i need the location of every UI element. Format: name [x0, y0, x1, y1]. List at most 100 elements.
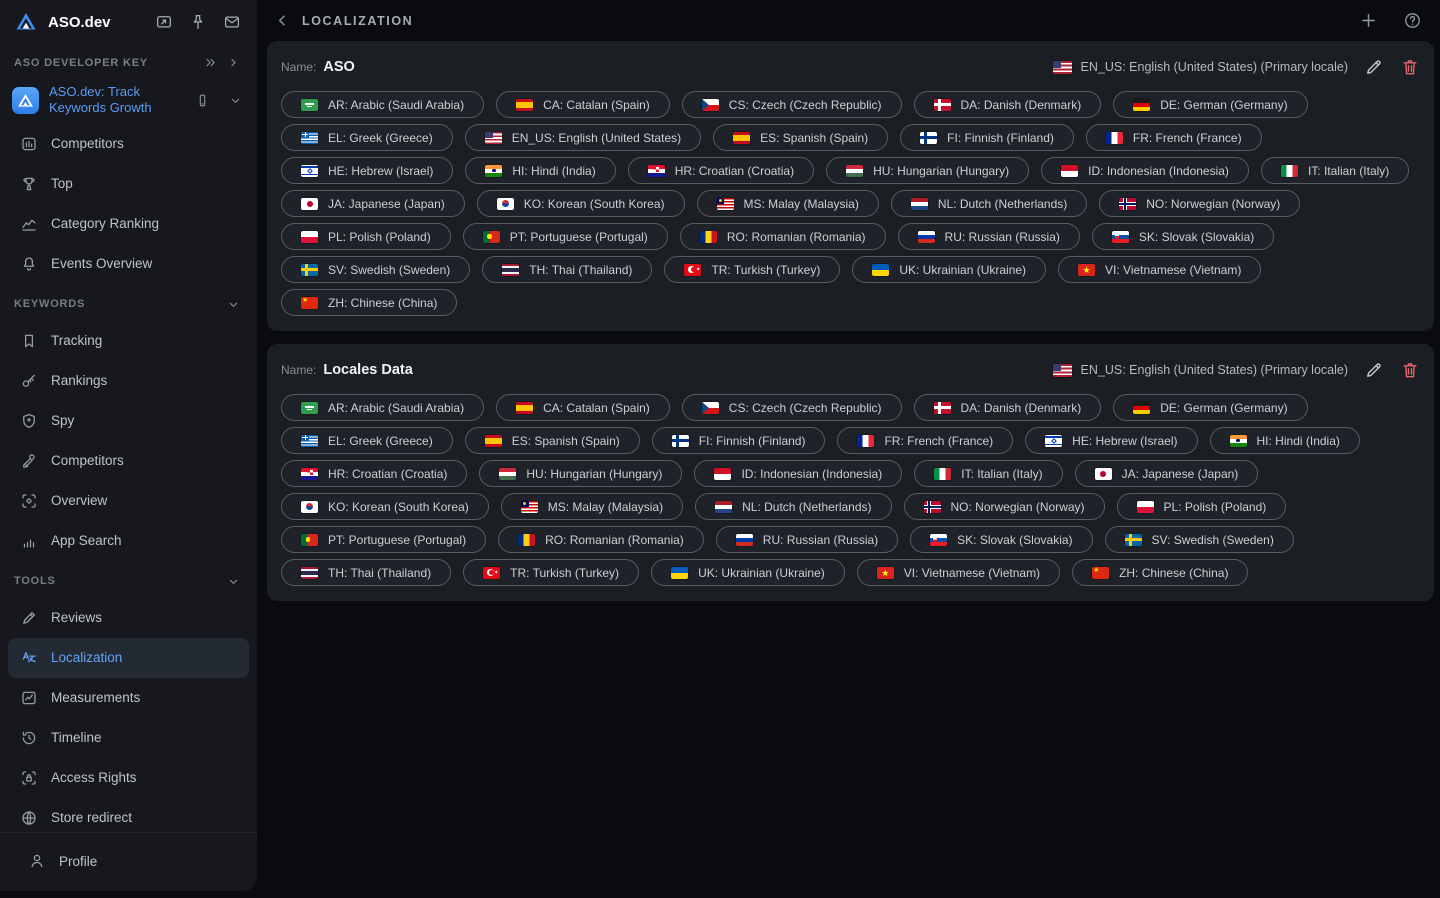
locale-chip-ar[interactable]: AR: Arabic (Saudi Arabia) — [281, 394, 484, 421]
locale-chip-ko[interactable]: KO: Korean (South Korea) — [281, 493, 489, 520]
help-icon[interactable] — [1403, 11, 1422, 30]
sidebar-item-tracking[interactable]: Tracking — [8, 321, 249, 361]
back-chevron-icon[interactable] — [273, 11, 292, 30]
locale-chip-ca[interactable]: CA: Catalan (Spain) — [496, 394, 670, 421]
locale-chip-en_us[interactable]: EN_US: English (United States) — [465, 124, 701, 151]
locale-chip-de[interactable]: DE: German (Germany) — [1113, 394, 1307, 421]
locale-chip-pl[interactable]: PL: Polish (Poland) — [281, 223, 451, 250]
locale-chip-id[interactable]: ID: Indonesian (Indonesia) — [694, 460, 902, 487]
locale-chip-label: MS: Malay (Malaysia) — [548, 500, 663, 514]
sidebar-item-rankings[interactable]: Rankings — [8, 361, 249, 401]
locale-chip-de[interactable]: DE: German (Germany) — [1113, 91, 1307, 118]
locale-chip-pl[interactable]: PL: Polish (Poland) — [1117, 493, 1287, 520]
locale-chip-hi[interactable]: HI: Hindi (India) — [465, 157, 615, 184]
locale-chip-tr[interactable]: TR: Turkish (Turkey) — [664, 256, 840, 283]
sidebar-item-timeline[interactable]: Timeline — [8, 718, 249, 758]
share-box-icon[interactable] — [155, 13, 173, 31]
sidebar-item-access-rights[interactable]: Access Rights — [8, 758, 249, 798]
locale-chip-hr[interactable]: HR: Croatian (Croatia) — [628, 157, 814, 184]
locale-chip-ar[interactable]: AR: Arabic (Saudi Arabia) — [281, 91, 484, 118]
delete-icon[interactable] — [1400, 360, 1420, 380]
locale-chip-fr[interactable]: FR: French (France) — [837, 427, 1013, 454]
locale-chip-ja[interactable]: JA: Japanese (Japan) — [281, 190, 465, 217]
locale-chip-da[interactable]: DA: Danish (Denmark) — [914, 394, 1102, 421]
chevrons-right-icon[interactable] — [203, 55, 218, 70]
locale-chip-pt[interactable]: PT: Portuguese (Portugal) — [281, 526, 486, 553]
sidebar-item-reviews[interactable]: Reviews — [8, 598, 249, 638]
locale-chip-zh[interactable]: ★ZH: Chinese (China) — [1072, 559, 1248, 586]
pin-icon[interactable] — [189, 13, 207, 31]
sidebar-item-category-ranking[interactable]: Category Ranking — [8, 204, 249, 244]
locale-chip-tr[interactable]: TR: Turkish (Turkey) — [463, 559, 639, 586]
chevron-down-icon[interactable] — [226, 297, 241, 312]
locale-chip-label: ZH: Chinese (China) — [328, 296, 437, 310]
locale-chip-vi[interactable]: ★VI: Vietnamese (Vietnam) — [857, 559, 1060, 586]
locale-chip-ms[interactable]: MS: Malay (Malaysia) — [697, 190, 879, 217]
flag-pt-icon — [301, 534, 318, 546]
locale-chip-nl[interactable]: NL: Dutch (Netherlands) — [891, 190, 1087, 217]
locale-chip-ms[interactable]: MS: Malay (Malaysia) — [501, 493, 683, 520]
edit-icon[interactable] — [1364, 360, 1384, 380]
locale-chip-ca[interactable]: CA: Catalan (Spain) — [496, 91, 670, 118]
sidebar-item-competitors[interactable]: Competitors — [8, 124, 249, 164]
locale-chip-sv[interactable]: SV: Swedish (Sweden) — [1105, 526, 1294, 553]
sidebar-item-app-search[interactable]: App Search — [8, 521, 249, 561]
locale-chip-sk[interactable]: SK: Slovak (Slovakia) — [910, 526, 1092, 553]
locale-chip-el[interactable]: EL: Greek (Greece) — [281, 124, 453, 151]
locale-chip-it[interactable]: IT: Italian (Italy) — [914, 460, 1062, 487]
locale-chip-th[interactable]: TH: Thai (Thailand) — [281, 559, 451, 586]
delete-icon[interactable] — [1400, 57, 1420, 77]
bookmark-icon — [20, 332, 38, 350]
locale-chip-ro[interactable]: RO: Romanian (Romania) — [680, 223, 886, 250]
sidebar-item-events-overview[interactable]: Events Overview — [8, 244, 249, 284]
sidebar-item-spy[interactable]: Spy — [8, 401, 249, 441]
locale-chip-uk[interactable]: UK: Ukrainian (Ukraine) — [651, 559, 845, 586]
locale-chip-vi[interactable]: ★VI: Vietnamese (Vietnam) — [1058, 256, 1261, 283]
locale-chip-th[interactable]: TH: Thai (Thailand) — [482, 256, 652, 283]
edit-icon[interactable] — [1364, 57, 1384, 77]
sidebar-item-top[interactable]: Top — [8, 164, 249, 204]
locale-chip-id[interactable]: ID: Indonesian (Indonesia) — [1041, 157, 1249, 184]
sidebar-item-competitors[interactable]: Competitors — [8, 441, 249, 481]
locale-chip-hi[interactable]: HI: Hindi (India) — [1210, 427, 1360, 454]
locale-chip-fi[interactable]: FI: Finnish (Finland) — [900, 124, 1074, 151]
locale-chip-ja[interactable]: JA: Japanese (Japan) — [1075, 460, 1259, 487]
locale-chip-es[interactable]: ES: Spanish (Spain) — [465, 427, 640, 454]
locale-chip-ru[interactable]: RU: Russian (Russia) — [898, 223, 1080, 250]
locale-chip-el[interactable]: EL: Greek (Greece) — [281, 427, 453, 454]
sidebar-item-profile[interactable]: Profile — [16, 841, 241, 881]
locale-chip-it[interactable]: IT: Italian (Italy) — [1261, 157, 1409, 184]
locale-chip-fi[interactable]: FI: Finnish (Finland) — [652, 427, 826, 454]
locale-chip-uk[interactable]: UK: Ukrainian (Ukraine) — [852, 256, 1046, 283]
add-icon[interactable] — [1358, 10, 1379, 31]
locale-chip-ko[interactable]: KO: Korean (South Korea) — [477, 190, 685, 217]
locale-chip-no[interactable]: NO: Norwegian (Norway) — [904, 493, 1105, 520]
sidebar-item-measurements[interactable]: Measurements — [8, 678, 249, 718]
locale-chip-he[interactable]: HE: Hebrew (Israel) — [281, 157, 453, 184]
locale-chip-zh[interactable]: ★ZH: Chinese (China) — [281, 289, 457, 316]
locale-chip-es[interactable]: ES: Spanish (Spain) — [713, 124, 888, 151]
locale-chip-sk[interactable]: SK: Slovak (Slovakia) — [1092, 223, 1274, 250]
locale-chip-pt[interactable]: PT: Portuguese (Portugal) — [463, 223, 668, 250]
sidebar-item-localization[interactable]: Localization — [8, 638, 249, 678]
locale-chip-hu[interactable]: HU: Hungarian (Hungary) — [479, 460, 682, 487]
sidebar-item-store-redirect[interactable]: Store redirect — [8, 798, 249, 833]
locale-chip-cs[interactable]: CS: Czech (Czech Republic) — [682, 394, 902, 421]
locale-chip-da[interactable]: DA: Danish (Denmark) — [914, 91, 1102, 118]
chevron-right-icon[interactable] — [226, 55, 241, 70]
mail-icon[interactable] — [223, 13, 241, 31]
locale-chip-no[interactable]: NO: Norwegian (Norway) — [1099, 190, 1300, 217]
chevron-down-icon[interactable] — [226, 574, 241, 589]
app-entry[interactable]: ASO.dev: Track Keywords Growth — [0, 79, 257, 124]
locale-chip-cs[interactable]: CS: Czech (Czech Republic) — [682, 91, 902, 118]
sidebar-item-overview[interactable]: Overview — [8, 481, 249, 521]
locale-chip-ro[interactable]: RO: Romanian (Romania) — [498, 526, 704, 553]
locale-chip-ru[interactable]: RU: Russian (Russia) — [716, 526, 898, 553]
chevron-down-icon[interactable] — [228, 93, 243, 108]
locale-chip-hr[interactable]: HR: Croatian (Croatia) — [281, 460, 467, 487]
locale-chip-sv[interactable]: SV: Swedish (Sweden) — [281, 256, 470, 283]
locale-chip-he[interactable]: HE: Hebrew (Israel) — [1025, 427, 1197, 454]
locale-chip-hu[interactable]: HU: Hungarian (Hungary) — [826, 157, 1029, 184]
locale-chip-fr[interactable]: FR: French (France) — [1086, 124, 1262, 151]
locale-chip-nl[interactable]: NL: Dutch (Netherlands) — [695, 493, 891, 520]
